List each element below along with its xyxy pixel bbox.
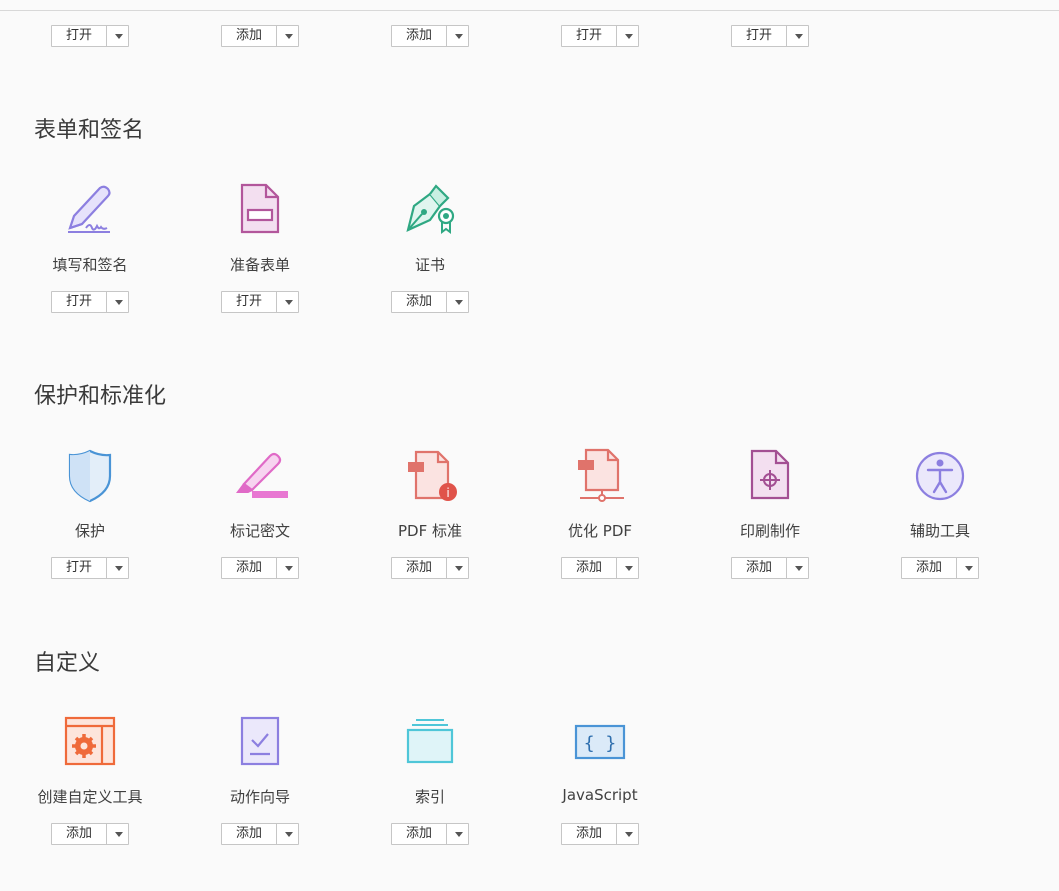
chevron-down-icon[interactable] (447, 558, 468, 578)
chevron-down-icon[interactable] (277, 558, 298, 578)
print-production-add-button[interactable]: 添加 (731, 557, 809, 579)
chevron-down-icon[interactable] (787, 26, 808, 46)
section-title-custom: 自定义 (34, 651, 101, 676)
fill-sign-open-button[interactable]: 打开 (51, 291, 129, 313)
chevron-down-icon[interactable] (107, 824, 128, 844)
section-title-protect: 保护和标准化 (34, 384, 167, 409)
redact-icon (230, 446, 290, 506)
chevron-down-icon[interactable] (617, 824, 638, 844)
action-wizard-icon (230, 712, 290, 772)
chevron-down-icon[interactable] (107, 26, 128, 46)
top-tool-2-button[interactable]: 添加 (221, 25, 299, 47)
chevron-down-icon[interactable] (447, 824, 468, 844)
section-title-forms: 表单和签名 (34, 118, 145, 143)
index-icon (400, 712, 460, 772)
tool-name: 创建自定义工具 (37, 788, 143, 806)
tool-name: 辅助工具 (909, 522, 970, 540)
optimize-pdf-icon (570, 446, 630, 506)
index-add-button[interactable]: 添加 (391, 823, 469, 845)
tool-name: 动作向导 (229, 788, 290, 806)
chevron-down-icon[interactable] (277, 824, 298, 844)
chevron-down-icon[interactable] (957, 558, 978, 578)
certificate-add-button[interactable]: 添加 (391, 291, 469, 313)
custom-tool-icon (60, 712, 120, 772)
tool-name: 证书 (414, 256, 445, 274)
accessibility-icon (910, 446, 970, 506)
pdf-standards-icon: i (400, 446, 460, 506)
chevron-down-icon[interactable] (617, 26, 638, 46)
tool-name: 印刷制作 (739, 522, 800, 540)
certificate-icon (400, 180, 460, 240)
chevron-down-icon[interactable] (107, 292, 128, 312)
optimize-pdf-add-button[interactable]: 添加 (561, 557, 639, 579)
chevron-down-icon[interactable] (787, 558, 808, 578)
tool-name: 填写和签名 (52, 256, 128, 274)
print-production-icon (740, 446, 800, 506)
accessibility-add-button[interactable]: 添加 (901, 557, 979, 579)
svg-text:{ }: { } (584, 733, 617, 754)
top-divider (0, 10, 1059, 11)
chevron-down-icon[interactable] (277, 26, 298, 46)
svg-text:i: i (446, 486, 449, 500)
tool-name: 准备表单 (229, 256, 290, 274)
tool-name: 保护 (74, 522, 105, 540)
prepare-form-open-button[interactable]: 打开 (221, 291, 299, 313)
pdf-standards-add-button[interactable]: 添加 (391, 557, 469, 579)
chevron-down-icon[interactable] (447, 292, 468, 312)
prepare-form-icon (230, 180, 290, 240)
redact-add-button[interactable]: 添加 (221, 557, 299, 579)
chevron-down-icon[interactable] (107, 558, 128, 578)
top-tool-4-button[interactable]: 打开 (561, 25, 639, 47)
tool-name: 优化 PDF (568, 522, 632, 540)
shield-icon (60, 446, 120, 506)
tool-name: PDF 标准 (398, 522, 462, 540)
javascript-add-button[interactable]: 添加 (561, 823, 639, 845)
tool-name: JavaScript (562, 786, 638, 804)
top-tool-1-button[interactable]: 打开 (51, 25, 129, 47)
tool-name: 标记密文 (229, 522, 290, 540)
tool-name: 索引 (414, 788, 445, 806)
action-wizard-add-button[interactable]: 添加 (221, 823, 299, 845)
chevron-down-icon[interactable] (277, 292, 298, 312)
custom-tool-add-button[interactable]: 添加 (51, 823, 129, 845)
protect-open-button[interactable]: 打开 (51, 557, 129, 579)
fill-sign-icon (60, 180, 120, 240)
chevron-down-icon[interactable] (617, 558, 638, 578)
javascript-icon: { } (570, 712, 630, 772)
top-tool-3-button[interactable]: 添加 (391, 25, 469, 47)
chevron-down-icon[interactable] (447, 26, 468, 46)
top-tool-5-button[interactable]: 打开 (731, 25, 809, 47)
